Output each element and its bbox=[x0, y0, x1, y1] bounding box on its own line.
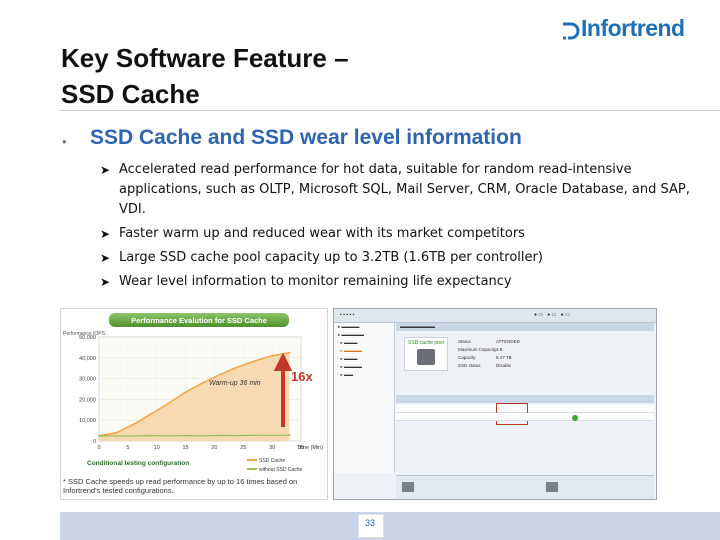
no-ssd-cache-point bbox=[132, 435, 135, 437]
ssd-cache-point bbox=[271, 354, 274, 357]
screenshot-toolbar: ▪ ▪ ▪ ▪ ▪ ● ▭ ● ▭ ● ▭ bbox=[334, 309, 656, 323]
sub-bullet-list: ➤ Accelerated read performance for hot da… bbox=[100, 160, 690, 296]
value-status: ATTENDED bbox=[496, 339, 520, 344]
arrow-bullet-icon: ➤ bbox=[100, 227, 111, 241]
ssd-cache-point bbox=[201, 381, 204, 384]
no-ssd-cache-point bbox=[253, 434, 256, 437]
y-tick-label: 20,000 bbox=[79, 397, 96, 403]
bullet-dot-icon: • bbox=[62, 134, 67, 149]
no-ssd-cache-point bbox=[236, 434, 239, 437]
list-item: ➤ Faster warm up and reduced wear with it… bbox=[100, 224, 690, 244]
no-ssd-cache-point bbox=[271, 434, 274, 437]
x-tick-label: 25 bbox=[240, 445, 246, 451]
field-ssd-status: SSD status bbox=[458, 363, 481, 368]
management-ui-screenshot: ▪ ▪ ▪ ▪ ▪ ● ▭ ● ▭ ● ▭ ▸ ▬▬▬▬ ▸ ▬▬▬▬▬ ▸ ▬… bbox=[333, 308, 657, 500]
device-icon bbox=[402, 482, 414, 492]
y-tick-label: 40,000 bbox=[79, 356, 96, 362]
ssd-cache-point bbox=[115, 431, 118, 434]
table-row bbox=[396, 413, 654, 421]
device-icon bbox=[546, 482, 558, 492]
screenshot-toolbar-text: ▪ ▪ ▪ ▪ ▪ bbox=[340, 312, 355, 318]
field-max-capacity: Maximum Capacity bbox=[458, 347, 497, 352]
ssd-cache-point bbox=[132, 423, 135, 426]
title-line-2: SSD Cache bbox=[61, 79, 200, 109]
y-tick-label: 30,000 bbox=[79, 377, 96, 383]
y-tick-label: 10,000 bbox=[79, 418, 96, 424]
arrow-bullet-icon: ➤ bbox=[100, 163, 111, 177]
performance-chart: Performance Evalution for SSD Cache Perf… bbox=[63, 313, 323, 473]
x-tick-label: 15 bbox=[183, 445, 189, 451]
multiplier-annotation: 16x bbox=[291, 369, 313, 384]
x-tick-label: 30 bbox=[269, 445, 275, 451]
ssd-cache-point bbox=[167, 402, 170, 405]
ssd-pool-box: SSD cache pool bbox=[404, 337, 448, 371]
status-ok-icon bbox=[572, 415, 578, 421]
no-ssd-cache-point bbox=[288, 434, 291, 437]
main-bullet: SSD Cache and SSD wear level information bbox=[90, 126, 522, 149]
y-tick-label: 50,000 bbox=[79, 335, 96, 341]
ssd-cache-point bbox=[288, 351, 291, 354]
field-status: Status bbox=[458, 339, 471, 344]
no-ssd-cache-point bbox=[219, 434, 222, 437]
title-divider bbox=[60, 110, 720, 111]
performance-chart-panel: Performance Evalution for SSD Cache Perf… bbox=[60, 308, 328, 500]
value-capacity: 8.47 TB bbox=[496, 355, 512, 360]
no-ssd-cache-point bbox=[167, 434, 170, 437]
x-tick-label: 20 bbox=[211, 445, 217, 451]
chart-footnote: * SSD Cache speeds up read performance b… bbox=[63, 477, 298, 495]
config-subheading: Conditional testing configuration bbox=[87, 460, 189, 467]
chart-title: Performance Evalution for SSD Cache bbox=[131, 316, 267, 325]
screenshot-main: ▬▬▬▬▬▬▬ SSD cache pool Status ATTENDED M… bbox=[396, 323, 654, 473]
page-number: 33 bbox=[364, 518, 375, 528]
warmup-annotation: Warm-up 36 min bbox=[209, 380, 261, 387]
device-list-header bbox=[396, 395, 654, 403]
x-tick-label: 5 bbox=[126, 445, 129, 451]
slide-title: Key Software Feature – SSD Cache bbox=[61, 40, 349, 112]
ssd-pool-label: SSD cache pool bbox=[408, 340, 444, 346]
list-item: ➤ Wear level information to monitor remai… bbox=[100, 272, 690, 292]
ssd-cache-point bbox=[150, 413, 152, 415]
title-line-1: Key Software Feature – bbox=[61, 43, 349, 73]
arrow-bullet-icon: ➤ bbox=[100, 275, 111, 289]
legend-ssd: SSD Cache bbox=[259, 458, 285, 464]
x-tick-label: 10 bbox=[154, 445, 160, 451]
no-ssd-cache-point bbox=[150, 434, 152, 437]
value-max-capacity: 4.8 bbox=[496, 347, 503, 352]
no-ssd-cache-point bbox=[115, 434, 118, 437]
screenshot-toolbar-buttons: ● ▭ ● ▭ ● ▭ bbox=[534, 312, 570, 318]
ssd-cache-point bbox=[184, 391, 187, 394]
ssd-disk-icon bbox=[417, 349, 435, 365]
legend-no-ssd: without SSD Cache bbox=[259, 467, 303, 473]
ssd-cache-point bbox=[253, 360, 256, 362]
screenshot-sidebar: ▸ ▬▬▬▬ ▸ ▬▬▬▬▬ ▸ ▬▬▬ ▸ ▬▬▬▬ ▸ ▬▬▬ ▸ ▬▬▬▬… bbox=[334, 323, 395, 473]
no-ssd-cache-point bbox=[201, 434, 204, 437]
list-item: ➤ Accelerated read performance for hot da… bbox=[100, 162, 690, 217]
list-item: ➤ Large SSD cache pool capacity up to 3.2… bbox=[100, 248, 690, 268]
value-ssd-status: Disable bbox=[496, 363, 512, 368]
y-tick-label: 0 bbox=[93, 439, 96, 445]
x-axis-label: Time (Min) bbox=[297, 445, 323, 451]
x-tick-label: 0 bbox=[97, 445, 100, 451]
no-ssd-cache-point bbox=[98, 435, 100, 437]
arrow-bullet-icon: ➤ bbox=[100, 251, 111, 265]
logo-mark-icon bbox=[563, 22, 580, 40]
ssd-cache-point bbox=[236, 366, 239, 369]
screenshot-bottom-panel bbox=[396, 475, 654, 499]
no-ssd-cache-point bbox=[184, 434, 187, 437]
logo-text: Infortrend bbox=[581, 15, 685, 41]
footer-bar bbox=[60, 512, 720, 540]
ssd-cache-point bbox=[219, 373, 222, 376]
field-capacity: Capacity bbox=[458, 355, 476, 360]
